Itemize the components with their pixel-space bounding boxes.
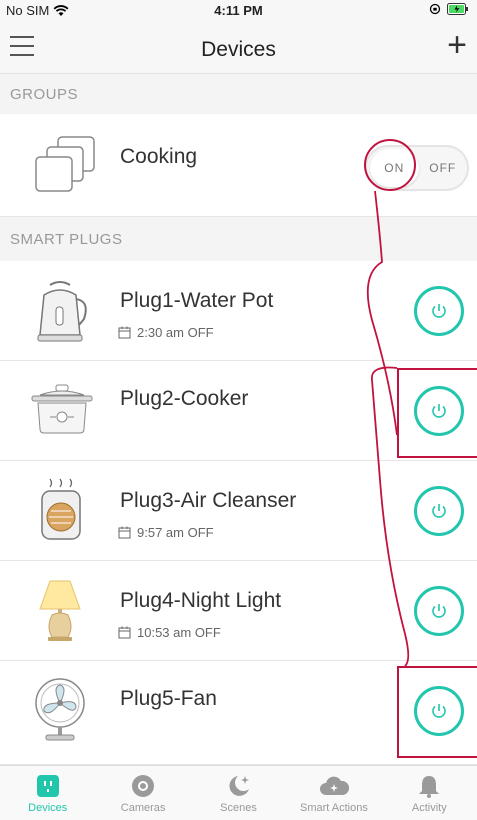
tab-label: Devices	[28, 802, 68, 814]
tab-scenes[interactable]: Scenes	[191, 766, 286, 820]
annotation-lines	[366, 190, 410, 667]
tab-activity[interactable]: Activity	[382, 766, 477, 820]
tab-smart-actions[interactable]: Smart Actions	[286, 766, 381, 820]
tab-label: Activity	[411, 802, 447, 814]
tab-label: Scenes	[220, 802, 257, 814]
tab-devices[interactable]: Devices	[0, 766, 95, 820]
moon-star-icon	[229, 776, 249, 796]
tab-cameras[interactable]: Cameras	[95, 766, 190, 820]
tab-label: Smart Actions	[299, 802, 368, 814]
smart-cloud-icon	[319, 776, 349, 795]
camera-icon	[132, 775, 155, 797]
devices-icon	[36, 775, 59, 797]
tab-bar: Devices Cameras Scenes Smart Actions Act…	[0, 765, 477, 820]
tab-label: Cameras	[120, 802, 166, 814]
bell-icon	[419, 776, 440, 798]
